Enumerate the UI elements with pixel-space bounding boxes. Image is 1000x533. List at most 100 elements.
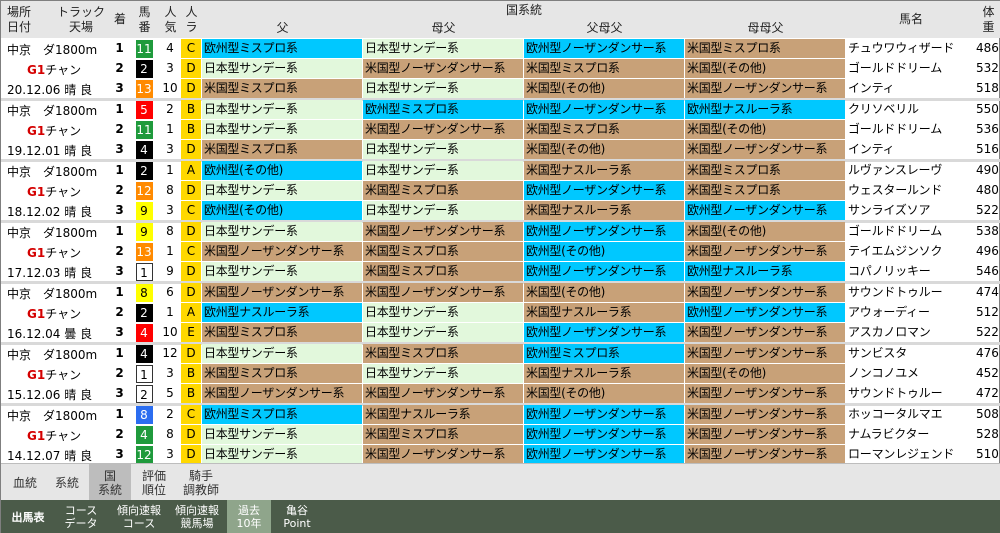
tab-jockey-trainer[interactable]: 騎手 調教師 [177,464,225,501]
body-weight: 486 [976,41,999,55]
horse-number-cell: 11 [129,39,159,58]
finish-rank: 3 [115,325,124,339]
broodmare-sire-lineage: 日本型サンデー系 [363,161,523,180]
header-horse-name: 馬名 [846,1,976,38]
rating: D [181,262,201,281]
race-name: G1チャン [7,365,109,385]
rating: D [181,344,201,363]
race-venue-distance: 中京 ダ1800m [7,226,98,240]
sire-bms-lineage: 米国型ナスルーラ系 [524,364,684,383]
sire-bms-lineage: 米国型(その他) [524,79,684,98]
tab-lineage[interactable]: 系統 [49,464,85,501]
finish-rank: 3 [115,386,124,400]
body-weight: 472 [976,386,999,400]
nav-course-data[interactable]: コース データ [53,500,109,533]
horse-number-badge: 13 [135,80,153,98]
sire-lineage: 米国型ミスプロ系 [202,364,362,383]
sire-bms-lineage: 欧州型ミスプロ系 [524,344,684,363]
race-info: 中京 ダ1800m G1チャン 17.12.03 晴 良 [7,223,109,283]
sire-lineage: 米国型ノーザンダンサー系 [202,242,362,261]
rating: C [181,242,201,261]
header-broodmare-sire: 母父 [363,19,524,38]
sire-lineage: 日本型サンデー系 [202,262,362,281]
finish-rank: 1 [115,41,124,55]
horse-name: テイエムジンソク [848,244,943,258]
horse-number-cell: 11 [129,120,159,139]
tab-rating-rank[interactable]: 評価 順位 [133,464,175,501]
horse-number-cell: 13 [129,242,159,261]
header-track-cond: トラック 天場 [56,4,105,34]
horse-name: インティ [848,142,895,156]
rating: B [181,120,201,139]
dam-bms-lineage: 欧州型ナスルーラ系 [685,100,845,119]
body-weight: 476 [976,346,999,360]
horse-number-badge: 4 [135,141,153,159]
popularity: 12 [162,346,178,360]
race-name: G1チャン [7,182,109,202]
rating: D [181,181,201,200]
horse-number-badge: 1 [135,263,153,281]
race-name: G1チャン [7,243,109,263]
rating: B [181,384,201,403]
header-lineage-group: 国系統 [202,1,846,19]
sire-lineage: 日本型サンデー系 [202,181,362,200]
finish-rank: 1 [115,407,124,421]
race-info: 中京 ダ1800m G1チャン 14.12.07 晴 良 [7,406,109,466]
race-title: チャン [45,368,82,382]
body-weight: 516 [976,142,999,156]
horse-name: クリソベリル [848,102,919,116]
race-date-condition: 19.12.01 晴 良 [7,144,93,158]
sire-bms-lineage: 米国型(その他) [524,283,684,302]
nav-past-10-years[interactable]: 過去 10年 [227,500,271,533]
sire-bms-lineage: 欧州型ノーザンダンサー系 [524,445,684,464]
finish-rank: 3 [115,264,124,278]
popularity: 3 [166,366,174,380]
nav-trend-track[interactable]: 傾向速報 競馬場 [169,500,225,533]
finish-rank: 2 [115,305,124,319]
sire-lineage: 日本型サンデー系 [202,59,362,78]
horse-name: ルヴァンスレーヴ [848,163,943,177]
header-dam-bms: 母母父 [685,19,846,38]
broodmare-sire-lineage: 米国型ノーザンダンサー系 [363,59,523,78]
popularity: 9 [166,264,174,278]
tab-bloodline[interactable]: 血統 [7,464,43,501]
finish-rank: 2 [115,122,124,136]
sire-lineage: 日本型サンデー系 [202,344,362,363]
sire-lineage: 日本型サンデー系 [202,222,362,241]
race-name: G1チャン [7,60,109,80]
header-sire: 父 [202,19,363,38]
sire-bms-lineage: 欧州型ノーザンダンサー系 [524,100,684,119]
dam-bms-lineage: 欧州型ノーザンダンサー系 [685,201,845,220]
popularity: 10 [162,81,178,95]
horse-name: アウォーディー [848,305,930,319]
dam-bms-lineage: 米国型(その他) [685,364,845,383]
horse-name: サンライズソア [848,203,931,217]
nav-kameya-point[interactable]: 亀谷 Point [273,500,321,533]
race-date-condition: 16.12.04 曇 良 [7,327,93,341]
broodmare-sire-lineage: 米国型ノーザンダンサー系 [363,445,523,464]
broodmare-sire-lineage: 日本型サンデー系 [363,140,523,159]
header-popularity: 人 気 [160,1,181,38]
popularity: 3 [166,447,174,461]
horse-number-badge: 12 [135,182,153,200]
finish-rank: 2 [115,244,124,258]
horse-name: コパノリッキー [848,264,931,278]
race-grade: G1 [27,63,46,77]
finish-rank: 1 [115,224,124,238]
race-title: チャン [45,63,82,77]
nav-entries[interactable]: 出馬表 [5,500,51,533]
dam-bms-lineage: 米国型ノーザンダンサー系 [685,242,845,261]
sire-bms-lineage: 米国型(その他) [524,140,684,159]
sire-bms-lineage: 欧州型ノーザンダンサー系 [524,39,684,58]
finish-rank: 2 [115,183,124,197]
horse-number-badge: 2 [135,60,153,78]
tab-country-lineage[interactable]: 国 系統 [89,464,131,501]
dam-bms-lineage: 米国型ノーザンダンサー系 [685,445,845,464]
header-umaban: 馬 番 [129,1,160,38]
horse-name: ナムラビクター [848,427,930,441]
nav-trend-course[interactable]: 傾向速報 コース [111,500,167,533]
body-weight: 510 [976,447,999,461]
sire-lineage: 米国型ノーザンダンサー系 [202,283,362,302]
race-info: 中京 ダ1800m G1チャン 15.12.06 晴 良 [7,345,109,405]
dam-bms-lineage: 米国型ノーザンダンサー系 [685,344,845,363]
